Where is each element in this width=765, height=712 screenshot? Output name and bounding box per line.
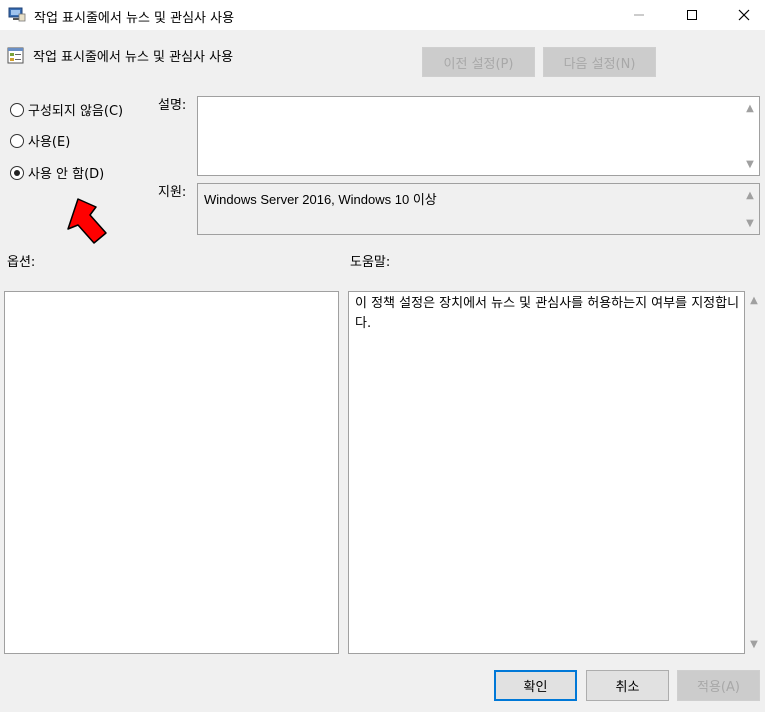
minimize-button[interactable] [616,0,662,30]
apply-button[interactable]: 적용(A) [677,670,760,701]
ok-button[interactable]: 확인 [494,670,577,701]
radio-not-configured[interactable]: 구성되지 않음(C) [10,100,123,119]
scroll-up-icon[interactable]: ▲ [743,188,757,202]
minimize-icon [634,14,644,16]
policy-title: 작업 표시줄에서 뉴스 및 관심사 사용 [33,50,234,65]
scroll-down-icon[interactable]: ▼ [747,639,761,650]
maximize-button[interactable] [669,0,715,30]
scroll-up-icon[interactable]: ▲ [743,101,757,115]
radio-circle[interactable] [10,102,24,117]
maximize-icon [687,10,697,20]
radio-circle[interactable] [10,165,24,180]
previous-setting-button[interactable]: 이전 설정(P) [422,47,535,77]
help-panel: 이 정책 설정은 장치에서 뉴스 및 관심사를 허용하는지 여부를 지정합니다. [348,291,745,654]
red-arrow-icon [67,198,107,244]
help-text: 이 정책 설정은 장치에서 뉴스 및 관심사를 허용하는지 여부를 지정합니다. [355,296,740,331]
title-bar: 작업 표시줄에서 뉴스 및 관심사 사용 [0,0,765,30]
help-scrollbar[interactable]: ▲ ▼ [747,291,761,654]
radio-disabled[interactable]: 사용 안 함(D) [10,163,104,182]
supported-value: Windows Server 2016, Windows 10 이상 [204,192,437,207]
policy-setting-icon [7,47,24,64]
supported-label: 지원: [158,185,187,200]
window-title: 작업 표시줄에서 뉴스 및 관심사 사용 [34,11,235,26]
radio-label: 사용 안 함(D) [28,167,105,182]
options-label: 옵션: [7,255,36,270]
group-policy-icon [8,7,26,22]
radio-label: 구성되지 않음(C) [28,104,124,119]
radio-circle[interactable] [10,133,24,148]
comment-label: 설명: [158,98,187,113]
scroll-up-icon[interactable]: ▲ [747,295,761,306]
comment-field[interactable]: ▲ ▼ [197,96,760,176]
help-label: 도움말: [350,255,391,270]
close-button[interactable] [721,0,765,30]
radio-label: 사용(E) [28,135,71,150]
cancel-button[interactable]: 취소 [586,670,669,701]
next-setting-button[interactable]: 다음 설정(N) [543,47,656,77]
supported-field: Windows Server 2016, Windows 10 이상 ▲ ▼ [197,183,760,235]
close-icon [738,9,750,21]
options-panel [4,291,339,654]
radio-enabled[interactable]: 사용(E) [10,131,70,150]
scroll-down-icon[interactable]: ▼ [743,216,757,230]
scroll-down-icon[interactable]: ▼ [743,157,757,171]
